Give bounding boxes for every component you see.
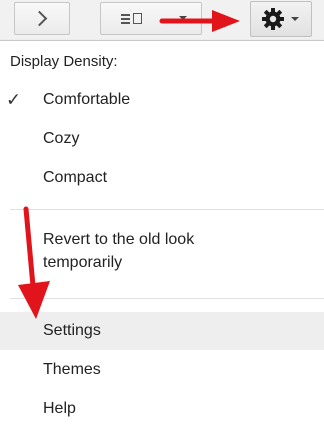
- settings-gear-button[interactable]: [250, 1, 312, 37]
- check-icon: ✓: [6, 89, 22, 110]
- gear-icon: [262, 8, 284, 30]
- menu-item-help[interactable]: Help: [0, 391, 324, 427]
- chevron-down-icon: [291, 17, 299, 21]
- density-compact[interactable]: Compact: [0, 160, 324, 196]
- menu-item-label: Compact: [43, 169, 108, 186]
- menu-item-label: Cozy: [43, 130, 80, 147]
- older-button[interactable]: [14, 2, 70, 35]
- menu-item-label: Help: [43, 400, 76, 417]
- density-comfortable[interactable]: ✓ Comfortable: [0, 82, 324, 118]
- menu-item-label: Themes: [43, 361, 101, 378]
- menu-item-label: Comfortable: [43, 91, 131, 108]
- display-density-heading: Display Density:: [10, 53, 118, 70]
- density-cozy[interactable]: Cozy: [0, 121, 324, 157]
- menu-item-themes[interactable]: Themes: [0, 352, 324, 388]
- menu-item-label: Revert to the old look temporarily: [43, 231, 195, 271]
- pointer-arrow-icon: [18, 206, 50, 319]
- pointer-arrow-icon: [159, 10, 240, 32]
- split-view-icon: [121, 12, 142, 26]
- chevron-right-icon: [31, 10, 47, 27]
